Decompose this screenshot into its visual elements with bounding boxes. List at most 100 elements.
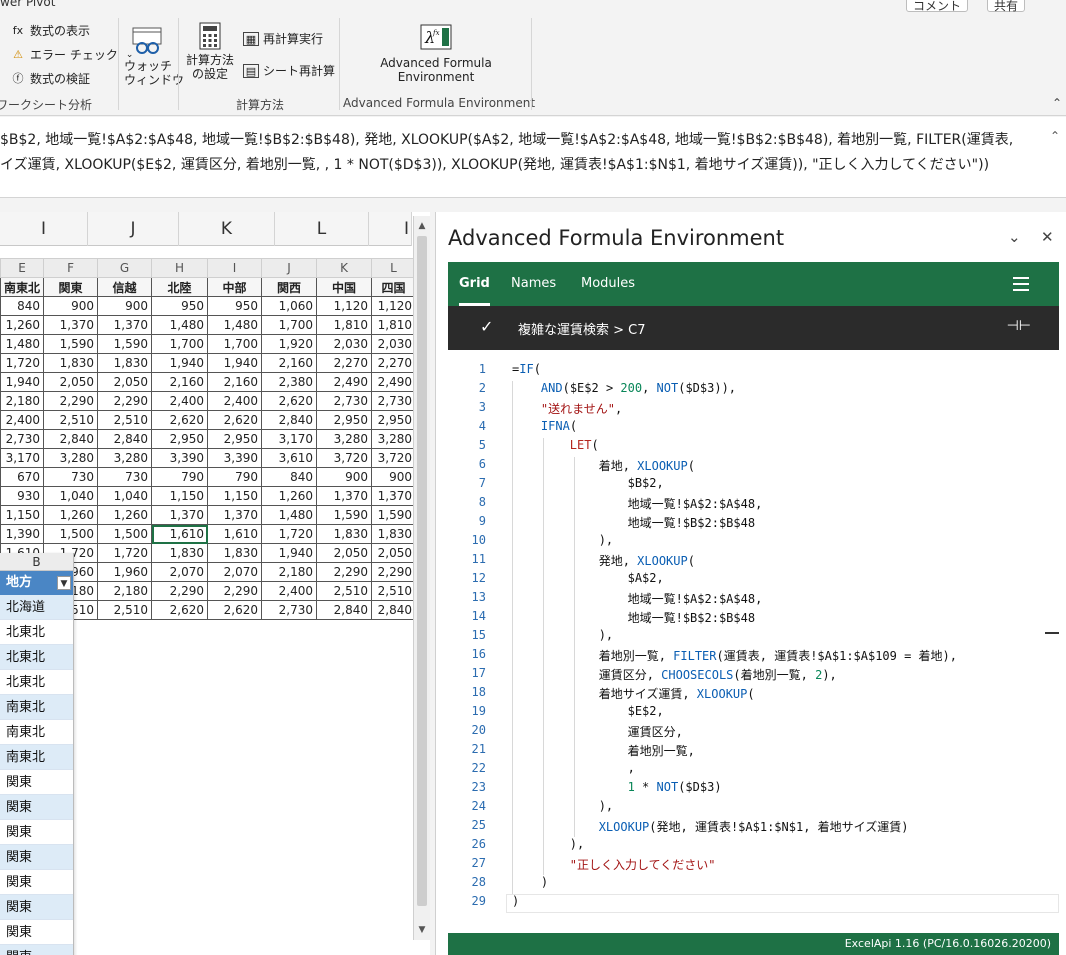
table-cell[interactable]: 1,060 (261, 296, 318, 316)
table-cell[interactable]: 1,610 (207, 524, 263, 544)
formula-bar[interactable]: $B$2, 地域一覧!$A$2:$A$48, 地域一覧!$B$2:$B$48),… (0, 117, 1066, 198)
tab-grid[interactable]: Grid (459, 262, 490, 306)
table-cell[interactable]: 1,700 (261, 315, 318, 335)
scroll-up-icon[interactable]: ▲ (414, 218, 430, 234)
table-cell[interactable]: 2,290 (371, 562, 417, 582)
code-text[interactable]: IFNA( (512, 419, 577, 433)
table-cell[interactable]: 2,620 (151, 600, 209, 620)
code-text[interactable]: 着地別一覧, (512, 742, 695, 759)
table-cell[interactable]: 2,840 (261, 410, 318, 430)
code-text[interactable]: $A$2, (512, 571, 664, 585)
table-cell[interactable]: 1,390 (0, 524, 45, 544)
code-text[interactable]: ), (512, 628, 613, 642)
table-header-cell[interactable]: 四国 (371, 277, 417, 297)
share-button[interactable]: 共有 (987, 0, 1026, 13)
table-cell[interactable]: 2,840 (43, 429, 99, 449)
code-text[interactable]: 着地別一覧, FILTER(運賃表, 運賃表!$A$1:$A$109 = 着地)… (512, 647, 957, 664)
table-cell[interactable]: 950 (207, 296, 263, 316)
table-cell[interactable]: 1,370 (151, 505, 209, 525)
inner-column-letter[interactable]: K (316, 258, 373, 278)
table-cell[interactable]: 2,400 (151, 391, 209, 411)
region-list-item[interactable]: 関東 (0, 945, 73, 955)
comments-button[interactable]: コメント (906, 0, 969, 13)
table-cell[interactable]: 2,730 (261, 600, 318, 620)
region-list-item[interactable]: 関東 (0, 820, 73, 845)
table-cell[interactable]: 3,280 (371, 429, 417, 449)
table-cell[interactable]: 790 (207, 467, 263, 487)
code-text[interactable]: "正しく入力してください" (512, 856, 716, 873)
table-cell[interactable]: 2,050 (97, 372, 153, 392)
table-cell[interactable]: 1,260 (261, 486, 318, 506)
code-text[interactable]: , (512, 761, 635, 775)
table-cell[interactable]: 1,150 (207, 486, 263, 506)
code-text[interactable]: ) (512, 875, 548, 889)
table-cell[interactable]: 840 (261, 467, 318, 487)
table-cell[interactable]: 790 (151, 467, 209, 487)
table-cell[interactable]: 2,950 (207, 429, 263, 449)
table-cell[interactable]: 1,040 (43, 486, 99, 506)
table-cell[interactable]: 1,590 (316, 505, 373, 525)
region-list-item[interactable]: 関東 (0, 895, 73, 920)
table-cell[interactable]: 1,810 (316, 315, 373, 335)
commit-check-icon[interactable]: ✓ (480, 317, 493, 336)
table-cell[interactable]: 1,830 (43, 353, 99, 373)
table-cell[interactable]: 1,480 (207, 315, 263, 335)
worksheet[interactable]: I J K L I E F G H I J K L 南東北 関東 信越 北陸 中部 関西 中国 四国 840 90… (0, 212, 430, 955)
table-cell[interactable]: 2,290 (43, 391, 99, 411)
table-cell[interactable]: 930 (0, 486, 45, 506)
table-cell[interactable]: 2,950 (151, 429, 209, 449)
table-cell[interactable]: 1,260 (43, 505, 99, 525)
chevron-up-icon[interactable]: ⌃ (1050, 129, 1060, 143)
table-cell[interactable]: 2,050 (43, 372, 99, 392)
table-cell[interactable]: 1,810 (371, 315, 417, 335)
table-cell[interactable]: 1,940 (151, 353, 209, 373)
column-header[interactable]: I (0, 212, 88, 246)
code-text[interactable]: ), (512, 837, 584, 851)
table-cell[interactable]: 2,840 (97, 429, 153, 449)
table-cell[interactable]: 1,480 (261, 505, 318, 525)
code-text[interactable]: =IF( (512, 362, 541, 376)
table-cell[interactable]: 950 (151, 296, 209, 316)
table-cell[interactable]: 1,720 (97, 543, 153, 563)
table-cell[interactable]: 2,270 (371, 353, 417, 373)
table-cell[interactable]: 1,700 (151, 334, 209, 354)
table-cell[interactable]: 3,280 (97, 448, 153, 468)
table-cell[interactable]: 2,510 (316, 581, 373, 601)
region-list-item[interactable]: 関東 (0, 770, 73, 795)
table-cell[interactable]: 2,620 (207, 600, 263, 620)
table-cell[interactable]: 1,370 (371, 486, 417, 506)
table-cell[interactable]: 1,720 (0, 353, 45, 373)
evaluate-formula-button[interactable]: ⓕ 数式の検証 (10, 70, 91, 87)
column-header[interactable]: I (369, 212, 412, 246)
editor-scrollbar[interactable] (1045, 362, 1059, 927)
table-cell[interactable]: 1,150 (0, 505, 45, 525)
table-cell[interactable]: 3,170 (261, 429, 318, 449)
table-cell[interactable]: 1,500 (43, 524, 99, 544)
table-cell[interactable]: 1,260 (97, 505, 153, 525)
table-cell[interactable]: 1,370 (207, 505, 263, 525)
table-cell[interactable]: 2,400 (207, 391, 263, 411)
table-cell[interactable]: 1,480 (151, 315, 209, 335)
table-header-cell[interactable]: 北陸 (151, 277, 209, 297)
inner-column-letter[interactable]: H (151, 258, 209, 278)
code-text[interactable]: 運賃区分, (512, 723, 683, 740)
table-cell[interactable]: 2,050 (371, 543, 417, 563)
code-text[interactable]: LET( (512, 438, 599, 452)
table-cell[interactable]: 1,830 (371, 524, 417, 544)
table-cell[interactable]: 2,160 (151, 372, 209, 392)
watch-window-button[interactable]: ウォッチ ウィンドウ (124, 26, 184, 87)
code-text[interactable]: AND($E$2 > 200, NOT($D$3)), (512, 381, 736, 395)
table-cell[interactable]: 1,960 (97, 562, 153, 582)
region-list-item[interactable]: 関東 (0, 795, 73, 820)
table-cell[interactable]: 3,390 (151, 448, 209, 468)
table-cell[interactable]: 2,050 (316, 543, 373, 563)
table-cell[interactable]: 1,120 (371, 296, 417, 316)
show-formulas-button[interactable]: fx 数式の表示 (10, 22, 90, 39)
code-text[interactable]: 地域一覧!$B$2:$B$48 (512, 514, 755, 531)
table-cell[interactable]: 2,270 (316, 353, 373, 373)
scroll-down-icon[interactable]: ▼ (414, 922, 430, 938)
column-header[interactable]: L (275, 212, 369, 246)
region-list-item[interactable]: 南東北 (0, 745, 73, 770)
code-text[interactable]: ), (512, 799, 613, 813)
table-cell[interactable]: 2,840 (316, 600, 373, 620)
